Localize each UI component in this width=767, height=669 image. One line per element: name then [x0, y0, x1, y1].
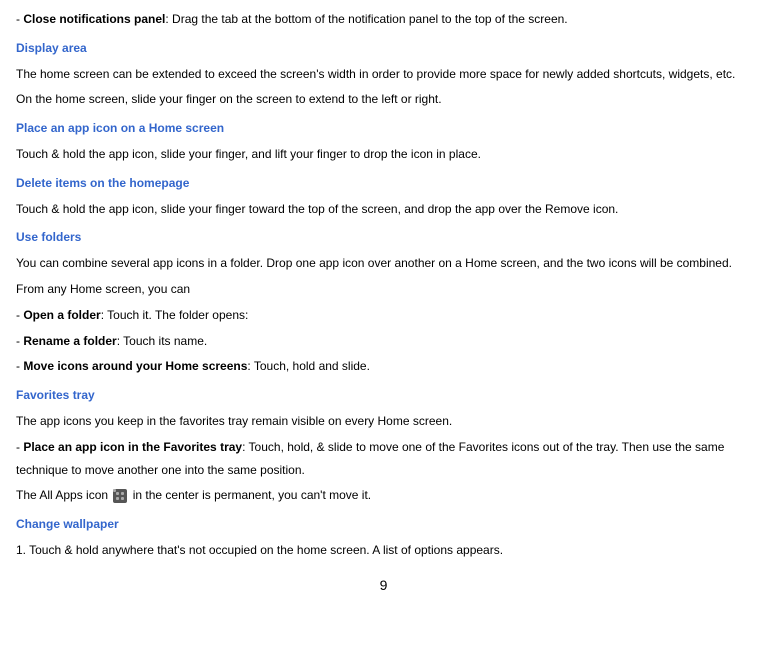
all-apps-icon: [113, 489, 127, 503]
section-heading: Place an app icon on a Home screen: [16, 117, 751, 140]
body-text: On the home screen, slide your finger on…: [16, 88, 751, 111]
body-text: 1. Touch & hold anywhere that's not occu…: [16, 539, 751, 562]
body-text: Touch & hold the app icon, slide your fi…: [16, 198, 751, 221]
body-text: You can combine several app icons in a f…: [16, 252, 751, 275]
page-number: 9: [16, 572, 751, 599]
list-item-term: Place an app icon in the Favorites tray: [23, 440, 242, 454]
document-content: - Close notifications panel: Drag the ta…: [16, 8, 751, 562]
list-item: - Place an app icon in the Favorites tra…: [16, 436, 751, 482]
section-heading: Delete items on the homepage: [16, 172, 751, 195]
list-item: - Close notifications panel: Drag the ta…: [16, 8, 751, 31]
list-item: - Rename a folder: Touch its name.: [16, 330, 751, 353]
list-item-term: Open a folder: [23, 308, 100, 322]
list-item-term: Move icons around your Home screens: [23, 359, 247, 373]
body-text: The home screen can be extended to excee…: [16, 63, 751, 86]
body-text: Touch & hold the app icon, slide your fi…: [16, 143, 751, 166]
list-item: - Move icons around your Home screens: T…: [16, 355, 751, 378]
body-text: From any Home screen, you can: [16, 278, 751, 301]
list-item-term: Close notifications panel: [23, 12, 165, 26]
body-text-with-icon: The All Apps icon in the center is perma…: [16, 484, 751, 507]
section-heading: Favorites tray: [16, 384, 751, 407]
section-heading: Display area: [16, 37, 751, 60]
list-item: - Open a folder: Touch it. The folder op…: [16, 304, 751, 327]
list-item-term: Rename a folder: [23, 334, 116, 348]
section-heading: Use folders: [16, 226, 751, 249]
body-text: The app icons you keep in the favorites …: [16, 410, 751, 433]
section-heading: Change wallpaper: [16, 513, 751, 536]
